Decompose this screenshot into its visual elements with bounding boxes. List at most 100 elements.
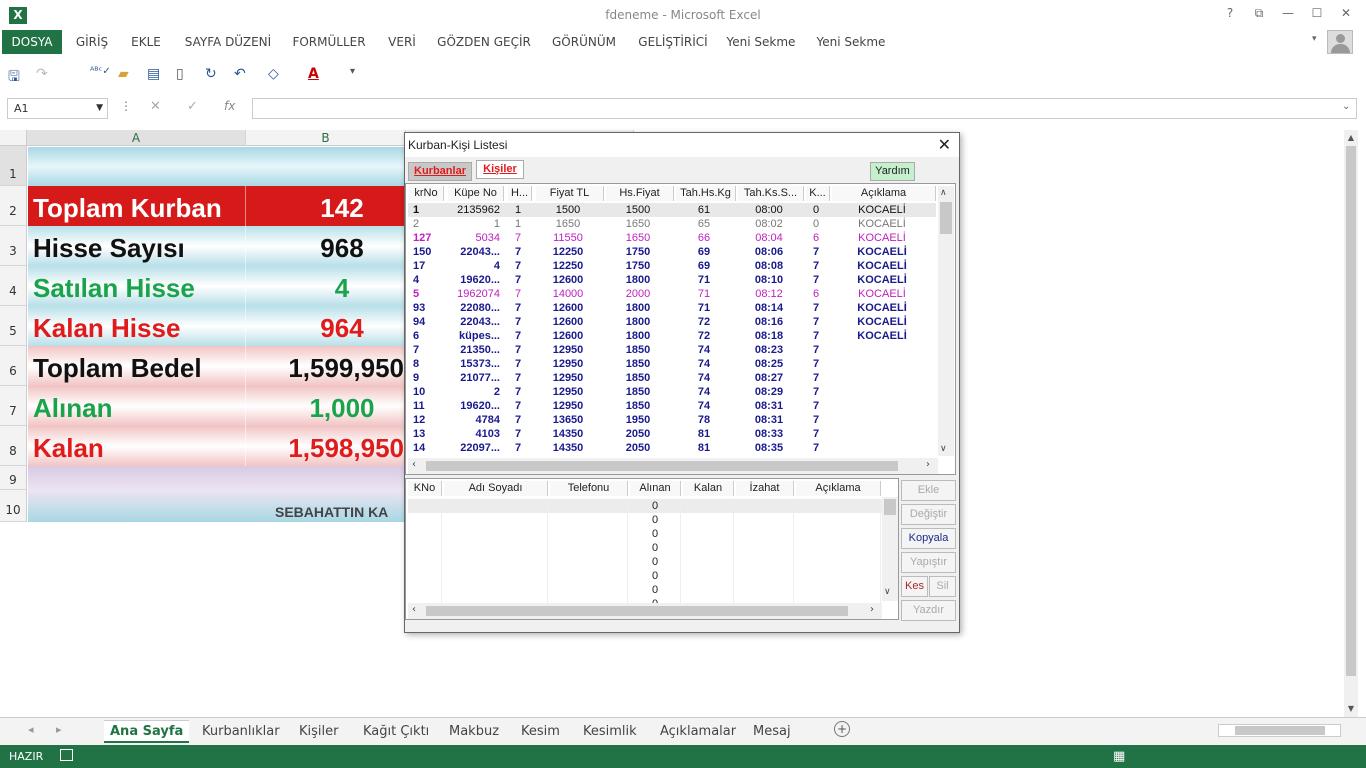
row-header-8[interactable]: 8: [0, 426, 27, 466]
kisi-col-header[interactable]: Telefonu: [550, 481, 628, 496]
redo-icon[interactable]: ↷: [36, 66, 48, 82]
kurban-col-header[interactable]: Tah.Ks.S...: [738, 186, 804, 201]
kurban-col-header[interactable]: Küpe No: [448, 186, 504, 201]
spelling-icon[interactable]: ᴬᴮᶜ✓: [90, 66, 111, 77]
add-sheet-icon[interactable]: +: [834, 721, 850, 737]
sheet-tab-kesim[interactable]: Kesim: [515, 721, 566, 743]
yazdir-button[interactable]: Yazdır: [901, 600, 956, 621]
normal-view-icon[interactable]: ▦: [1113, 749, 1125, 764]
sil-button[interactable]: Sil: [929, 576, 956, 597]
label-kalan[interactable]: Kalan: [33, 433, 104, 464]
chevron-down-icon[interactable]: ▼: [96, 99, 103, 118]
close-icon[interactable]: ✕: [1334, 6, 1358, 24]
yapistir-button[interactable]: Yapıştır: [901, 552, 956, 573]
degistir-button[interactable]: Değiştir: [901, 504, 956, 525]
row-header-5[interactable]: 5: [0, 306, 27, 346]
kisi-vscroll[interactable]: ∨: [882, 497, 898, 601]
table-row[interactable]: 4 19620... 7 12600 1800 71 08:10 7 KOCAELİ: [408, 273, 936, 287]
scroll-right-icon[interactable]: ›: [870, 604, 874, 615]
table-row[interactable]: 11 19620... 7 12950 1850 74 08:31 7: [408, 399, 936, 413]
row-header-2[interactable]: 2: [0, 186, 27, 226]
name-box[interactable]: A1 ▼: [7, 98, 108, 119]
macro-record-icon[interactable]: [60, 749, 73, 761]
tab-kisiler[interactable]: Kişiler: [476, 160, 524, 179]
close-icon[interactable]: ✕: [938, 134, 951, 158]
table-row[interactable]: 6 küpes... 7 12600 1800 72 08:18 7 KOCAELİ: [408, 329, 936, 343]
scroll-down-icon[interactable]: ∨: [940, 444, 947, 454]
row-header-7[interactable]: 7: [0, 386, 27, 426]
tab-developer[interactable]: GELİŞTİRİCİ: [636, 30, 710, 54]
label-toplam-kurban[interactable]: Toplam Kurban: [33, 193, 222, 224]
table-row[interactable]: 0: [408, 527, 882, 541]
table-row[interactable]: 0: [408, 499, 882, 513]
insert-function-icon[interactable]: fx: [224, 99, 235, 113]
footer-name[interactable]: SEBAHATTIN KA: [275, 504, 388, 520]
label-alinan[interactable]: Alınan: [33, 393, 112, 424]
tab-new-2[interactable]: Yeni Sekme: [814, 30, 888, 54]
row-header-1[interactable]: 1: [0, 146, 27, 186]
sheet-tab-makbuz[interactable]: Makbuz: [443, 721, 505, 743]
sheet-tab-kurbanliklar[interactable]: Kurbanlıklar: [196, 721, 286, 743]
tab-review[interactable]: GÖZDEN GEÇİR: [436, 30, 532, 54]
formula-input[interactable]: [252, 98, 1357, 119]
table-row[interactable]: 0: [408, 555, 882, 569]
kurban-table[interactable]: krNo Küpe No H... Fiyat TL Hs.Fiyat Tah.Hs.Kg…: [405, 183, 956, 475]
scroll-left-icon[interactable]: ‹: [412, 459, 416, 470]
table-row[interactable]: 2 1 1 1650 1650 65 08:02 0 KOCAELİ: [408, 217, 936, 231]
label-hisse-sayisi[interactable]: Hisse Sayısı: [33, 233, 185, 264]
tab-insert[interactable]: EKLE: [124, 30, 168, 54]
sheet-tab-ana-sayfa[interactable]: Ana Sayfa: [104, 721, 190, 743]
table-row[interactable]: 0: [408, 513, 882, 527]
kurban-vscroll[interactable]: ∧ ∨: [938, 186, 954, 456]
scroll-thumb[interactable]: [1346, 146, 1356, 676]
kopyala-button[interactable]: Kopyala: [901, 528, 956, 549]
row-header-4[interactable]: 4: [0, 266, 27, 306]
tab-page-layout[interactable]: SAYFA DÜZENİ: [180, 30, 276, 54]
kurban-col-header[interactable]: krNo: [409, 186, 444, 201]
tab-data[interactable]: VERİ: [382, 30, 422, 54]
prev-sheet-icon[interactable]: ◂: [28, 723, 34, 736]
tab-kurbanlar[interactable]: Kurbanlar: [408, 162, 472, 181]
form-icon[interactable]: ▤: [147, 66, 160, 82]
scroll-left-icon[interactable]: ‹: [412, 604, 416, 615]
sheet-tab-mesaj[interactable]: Mesaj: [747, 721, 797, 743]
new-file-icon[interactable]: ▯: [176, 66, 184, 82]
vertical-scrollbar[interactable]: ▲ ▼: [1344, 130, 1358, 717]
open-folder-icon[interactable]: ▰: [118, 66, 129, 82]
select-all-corner[interactable]: [0, 130, 27, 146]
kisi-col-header[interactable]: İzahat: [736, 481, 794, 496]
customize-qat-icon[interactable]: ▾: [350, 66, 355, 77]
horizontal-scroll-thumb[interactable]: [1235, 726, 1325, 735]
kurban-col-header[interactable]: Açıklama: [832, 186, 936, 201]
avatar[interactable]: [1327, 30, 1353, 54]
table-row[interactable]: 17 4 7 12250 1750 69 08:08 7 KOCAELİ: [408, 259, 936, 273]
shapes-icon[interactable]: ◇: [268, 66, 279, 82]
row-header-9[interactable]: 9: [0, 466, 27, 490]
scroll-down-icon[interactable]: ▼: [1344, 704, 1358, 713]
kisi-col-header[interactable]: KNo: [408, 481, 442, 496]
table-row[interactable]: 150 22043... 7 12250 1750 69 08:06 7 KOCAELİ: [408, 245, 936, 259]
table-row[interactable]: 9 21077... 7 12950 1850 74 08:27 7: [408, 371, 936, 385]
collapse-ribbon-icon[interactable]: ▾: [1312, 34, 1317, 44]
horizontal-scrollbar[interactable]: [1218, 724, 1341, 737]
help-button[interactable]: Yardım: [870, 162, 915, 181]
kisi-hscroll[interactable]: ‹ ›: [408, 603, 882, 619]
tab-formulas[interactable]: FORMÜLLER: [288, 30, 370, 54]
confirm-icon[interactable]: ✓: [187, 99, 198, 114]
expand-formula-icon[interactable]: ⌄: [1342, 101, 1350, 112]
tab-new-1[interactable]: Yeni Sekme: [724, 30, 798, 54]
row-header-10[interactable]: 10: [0, 490, 27, 522]
kurban-vscroll-thumb[interactable]: [940, 202, 952, 234]
sheet-tab-kagit-cikti[interactable]: Kağıt Çıktı: [357, 721, 435, 743]
cancel-icon[interactable]: ✕: [150, 99, 161, 114]
column-header-a[interactable]: A: [27, 130, 246, 146]
sheet-tab-kisiler[interactable]: Kişiler: [293, 721, 344, 743]
kisi-col-header[interactable]: Adı Soyadı: [444, 481, 548, 496]
help-icon[interactable]: ?: [1218, 6, 1242, 24]
table-row[interactable]: 14 22097... 7 14350 2050 81 08:35 7: [408, 441, 936, 455]
column-header-b[interactable]: B: [246, 130, 406, 146]
kisi-vscroll-thumb[interactable]: [884, 499, 896, 515]
table-row[interactable]: 12 4784 7 13650 1950 78 08:31 7: [408, 413, 936, 427]
kisi-hscroll-thumb[interactable]: [426, 606, 848, 616]
kisi-table[interactable]: KNo Adı Soyadı Telefonu Alınan Kalan İzahat Aç…: [405, 478, 899, 620]
